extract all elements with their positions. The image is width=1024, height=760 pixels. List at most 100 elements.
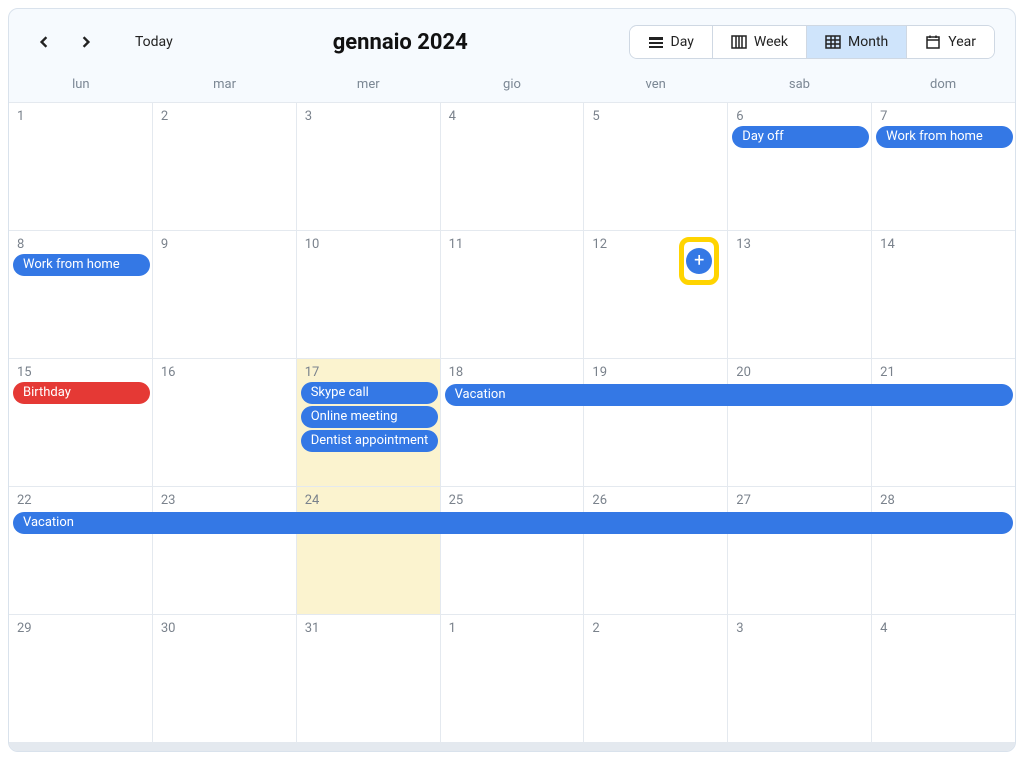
day-number: 2 (584, 619, 727, 636)
day-cell[interactable]: 20 (728, 359, 871, 486)
day-cell[interactable]: 11 (441, 231, 584, 358)
day-number: 13 (728, 235, 871, 252)
day-cell[interactable]: 28 (872, 487, 1015, 614)
day-cell[interactable]: 29 (9, 615, 152, 742)
view-year-label: Year (948, 34, 976, 50)
event-pill[interactable]: Work from home (876, 126, 1013, 148)
day-number: 14 (872, 235, 1015, 252)
day-cell[interactable]: 13 (728, 231, 871, 358)
view-week-label: Week (754, 34, 788, 50)
day-cell[interactable]: 18 Vacation (441, 359, 584, 486)
day-cell[interactable]: 14 (872, 231, 1015, 358)
day-number: 17 (297, 363, 440, 380)
events-layer: Vacation (441, 382, 584, 404)
page-title: gennaio 2024 (333, 30, 629, 55)
day-cell[interactable]: 7Work from home (872, 103, 1015, 230)
day-number: 6 (728, 107, 871, 124)
day-cell[interactable]: 1 (9, 103, 152, 230)
day-number: 8 (9, 235, 152, 252)
day-cell[interactable]: 27 (728, 487, 871, 614)
week-icon (731, 34, 747, 50)
add-event-button[interactable]: + (679, 237, 719, 285)
view-month-button[interactable]: Month (806, 26, 906, 58)
day-cell[interactable]: 10 (297, 231, 440, 358)
day-cell[interactable]: 3 (297, 103, 440, 230)
nav-arrows (29, 27, 101, 57)
day-number: 11 (441, 235, 584, 252)
day-icon (648, 34, 664, 50)
day-cell[interactable]: 19 (584, 359, 727, 486)
day-cell[interactable]: 22 Vacation (9, 487, 152, 614)
day-number: 16 (153, 363, 296, 380)
month-grid: 123456Day off7Work from home8Work from h… (9, 102, 1015, 751)
day-cell[interactable]: 16 (153, 359, 296, 486)
events-layer: Skype callOnline meetingDentist appointm… (297, 382, 440, 452)
weekday-label: mar (153, 77, 297, 92)
event-pill[interactable]: Skype call (301, 382, 438, 404)
day-cell[interactable]: 12+ (584, 231, 727, 358)
day-number: 1 (9, 107, 152, 124)
day-cell[interactable]: 4 (441, 103, 584, 230)
day-cell[interactable]: 5 (584, 103, 727, 230)
day-cell[interactable]: 26 (584, 487, 727, 614)
day-cell[interactable]: 2 (584, 615, 727, 742)
day-number: 28 (872, 491, 1015, 508)
view-switch: Day Week Month Year (629, 25, 995, 59)
day-number: 10 (297, 235, 440, 252)
event-pill[interactable]: Day off (732, 126, 869, 148)
day-cell[interactable]: 21 (872, 359, 1015, 486)
view-day-button[interactable]: Day (630, 26, 712, 58)
event-pill[interactable]: Online meeting (301, 406, 438, 428)
day-number: 3 (297, 107, 440, 124)
weekday-label: ven (584, 77, 728, 92)
day-number: 25 (441, 491, 584, 508)
chevron-right-icon (80, 36, 92, 48)
day-number: 29 (9, 619, 152, 636)
day-number: 15 (9, 363, 152, 380)
day-cell[interactable]: 2 (153, 103, 296, 230)
day-number: 20 (728, 363, 871, 380)
year-icon (925, 34, 941, 50)
day-number: 4 (441, 107, 584, 124)
month-icon (825, 34, 841, 50)
day-cell[interactable]: 8 Work from home (9, 231, 152, 358)
day-number: 18 (441, 363, 584, 380)
day-number: 26 (584, 491, 727, 508)
event-pill[interactable]: Birthday (13, 382, 150, 404)
weekday-label: sab (728, 77, 872, 92)
day-number: 24 (297, 491, 440, 508)
day-cell[interactable]: 1 (441, 615, 584, 742)
day-cell[interactable]: 30 (153, 615, 296, 742)
day-cell[interactable]: 25 (441, 487, 584, 614)
weekday-header: lun mar mer gio ven sab dom (9, 71, 1015, 102)
prev-button[interactable] (29, 27, 59, 57)
day-number: 3 (728, 619, 871, 636)
day-number: 2 (153, 107, 296, 124)
day-cell[interactable]: 3 (728, 615, 871, 742)
next-button[interactable] (71, 27, 101, 57)
day-cell[interactable]: 4 (872, 615, 1015, 742)
day-number: 27 (728, 491, 871, 508)
events-layer: Vacation (9, 510, 152, 532)
view-year-button[interactable]: Year (906, 26, 994, 58)
event-pill[interactable]: Vacation (13, 512, 1013, 534)
day-cell[interactable]: 24 (297, 487, 440, 614)
view-day-label: Day (671, 34, 694, 50)
day-number: 5 (584, 107, 727, 124)
day-number: 31 (297, 619, 440, 636)
today-button[interactable]: Today (125, 28, 183, 56)
event-pill[interactable]: Dentist appointment (301, 430, 438, 452)
event-pill[interactable]: Work from home (13, 254, 150, 276)
view-week-button[interactable]: Week (712, 26, 806, 58)
day-cell[interactable]: 15 Birthday (9, 359, 152, 486)
day-number: 4 (872, 619, 1015, 636)
day-cell[interactable]: 23 (153, 487, 296, 614)
event-pill[interactable]: Vacation (445, 384, 1013, 406)
events-layer: Day off (728, 126, 871, 148)
day-number: 22 (9, 491, 152, 508)
day-cell[interactable]: 6 Day off (728, 103, 871, 230)
day-cell[interactable]: 9 (153, 231, 296, 358)
day-cell[interactable]: 17 Skype callOnline meetingDentist appoin… (297, 359, 440, 486)
day-cell[interactable]: 31 (297, 615, 440, 742)
events-layer: Birthday (9, 382, 152, 404)
